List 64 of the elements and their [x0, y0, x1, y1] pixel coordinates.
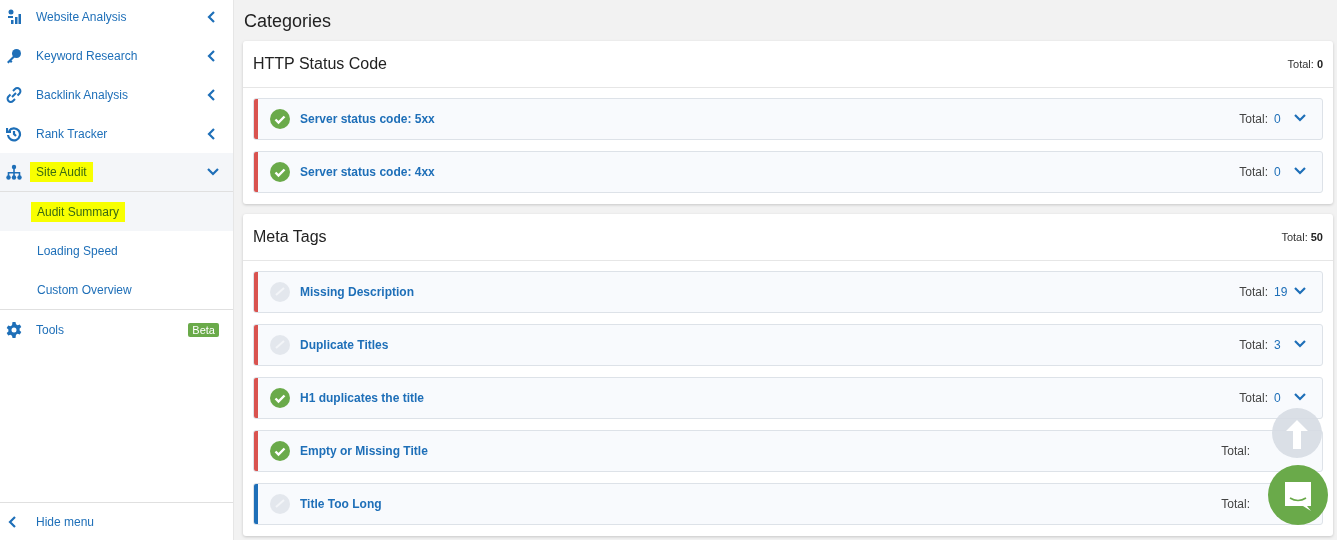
total-label: Total: — [1239, 338, 1268, 352]
settings-icon — [6, 321, 22, 338]
issue-title[interactable]: Server status code: 4xx — [300, 165, 435, 179]
total-count: 0 — [1274, 112, 1282, 126]
chevron-icon[interactable] — [207, 166, 219, 178]
total-label: Total: — [1221, 444, 1250, 458]
issue-title[interactable]: Server status code: 5xx — [300, 112, 435, 126]
total-count: 0 — [1274, 391, 1282, 405]
menu-label: Loading Speed — [37, 243, 118, 258]
chevron-icon[interactable] — [1294, 111, 1306, 124]
submenu-item[interactable]: Audit Summary — [0, 192, 233, 231]
menu-label: Rank Tracker — [36, 126, 108, 141]
sidebar-item[interactable]: Website Analysis — [0, 0, 233, 36]
total-count: 3 — [1274, 338, 1282, 352]
issue-row[interactable]: Empty or Missing Title Total: — [253, 430, 1323, 472]
menu-label: Custom Overview — [37, 282, 132, 297]
menu-label: Backlink Analysis — [36, 87, 129, 102]
submenu-item[interactable]: Custom Overview — [0, 270, 233, 309]
sidebar-item[interactable]: Rank Tracker — [0, 114, 233, 153]
issue-row[interactable]: Server status code: 5xx Total: 0 — [253, 98, 1323, 140]
issue-title[interactable]: Missing Description — [300, 285, 415, 299]
menu-label: Site Audit — [30, 162, 93, 182]
sidebar-item[interactable]: Site Audit — [0, 153, 233, 192]
issue-title[interactable]: Title Too Long — [300, 497, 382, 511]
issue-row[interactable]: Server status code: 4xx Total: 0 — [253, 151, 1323, 193]
sitemap-icon — [6, 164, 22, 180]
chevron-icon[interactable] — [1294, 284, 1306, 297]
total-count: 19 — [1274, 285, 1288, 299]
chevron-icon[interactable] — [1294, 337, 1306, 350]
sidebar-item[interactable]: Backlink Analysis — [0, 75, 233, 114]
sidebar-item[interactable]: Tools Beta — [0, 310, 233, 349]
menu-label: Tools — [36, 322, 64, 337]
hide-menu-button[interactable]: Hide menu — [0, 502, 233, 540]
issue-row[interactable]: Duplicate Titles Total: 3 — [253, 324, 1323, 366]
section-total: Total: 50 — [1281, 231, 1323, 243]
total-label: Total: — [1239, 165, 1268, 179]
menu-label: Audit Summary — [31, 201, 126, 222]
total-count: 0 — [1274, 165, 1282, 179]
chat-button[interactable] — [1268, 465, 1328, 525]
issue-title[interactable]: H1 duplicates the title — [300, 391, 425, 405]
beta-badge: Beta — [188, 322, 219, 337]
issue-row[interactable]: H1 duplicates the title Total: 0 — [253, 377, 1323, 419]
section-title: Meta Tags — [253, 228, 328, 246]
total-label: Total: — [1239, 391, 1268, 405]
menu-label: Keyword Research — [36, 48, 138, 63]
issue-title[interactable]: Duplicate Titles — [300, 338, 389, 352]
submenu-item[interactable]: Loading Speed — [0, 231, 233, 270]
total-label: Total: — [1239, 285, 1268, 299]
total-label: Total: — [1221, 497, 1250, 511]
sidebar-item[interactable]: Keyword Research — [0, 36, 233, 75]
section-title: HTTP Status Code — [253, 55, 388, 73]
history-icon — [6, 125, 22, 142]
issue-row[interactable]: Title Too Long Total: — [253, 483, 1323, 525]
issue-row[interactable]: Missing Description Total: 19 — [253, 271, 1323, 313]
link-icon — [6, 86, 22, 103]
chart-icon — [7, 8, 21, 25]
key-icon — [6, 47, 22, 64]
total-label: Total: — [1239, 112, 1268, 126]
chevron-icon[interactable] — [1294, 390, 1306, 403]
chevron-icon[interactable] — [1294, 164, 1306, 177]
page-title: Categories — [244, 10, 333, 32]
issue-title[interactable]: Empty or Missing Title — [300, 444, 428, 458]
menu-label: Website Analysis — [36, 9, 127, 24]
section-total: Total: 0 — [1287, 58, 1323, 70]
